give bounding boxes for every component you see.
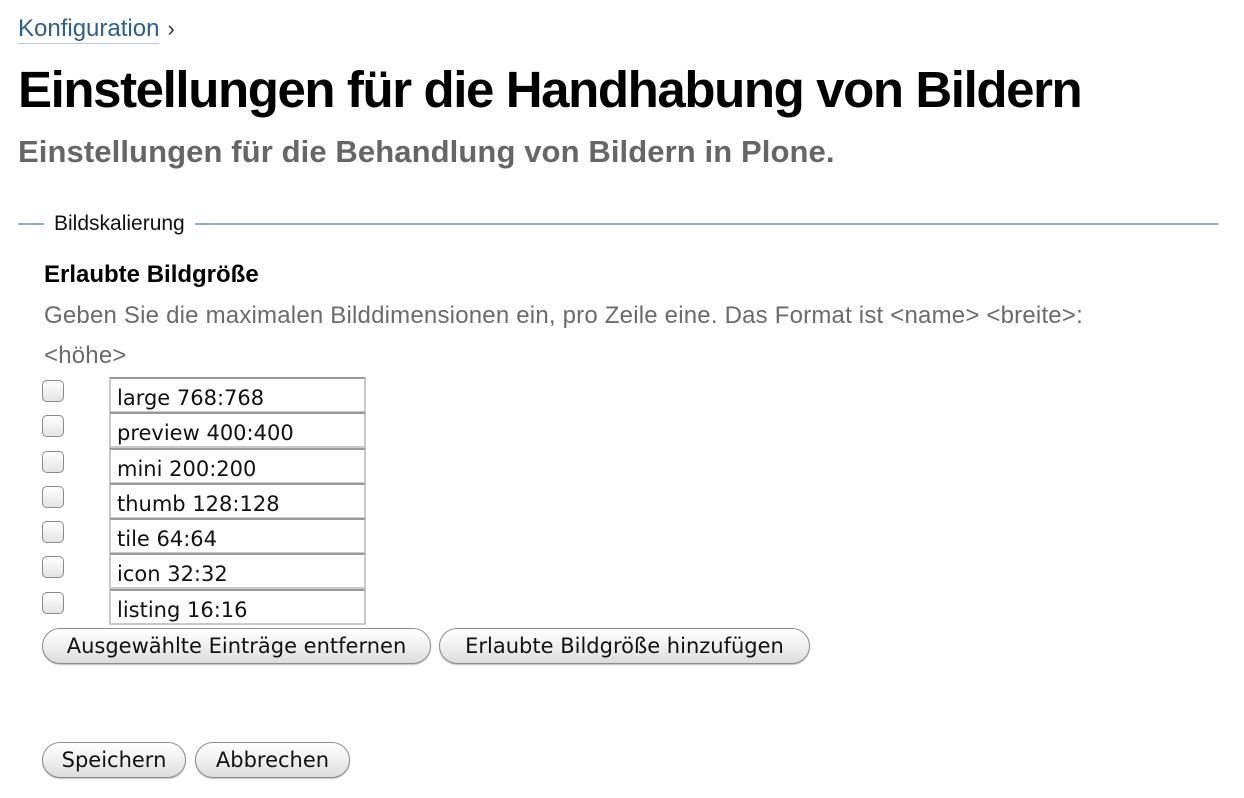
fieldset-legend: Bildskalierung xyxy=(44,210,195,238)
cancel-button[interactable]: Abbrechen xyxy=(195,742,350,778)
size-input[interactable]: mini 200:200 xyxy=(109,447,366,484)
page-title: Einstellungen für die Handhabung von Bil… xyxy=(18,61,1083,118)
size-checkbox[interactable] xyxy=(42,450,64,473)
breadcrumb: Konfiguration › xyxy=(18,14,175,44)
size-input[interactable]: icon 32:32 xyxy=(109,553,366,590)
size-input[interactable]: thumb 128:128 xyxy=(109,482,366,519)
size-input[interactable]: large 768:768 xyxy=(109,377,366,413)
field-label: Erlaubte Bildgröße xyxy=(44,261,259,288)
page-description: Einstellungen für die Behandlung von Bil… xyxy=(18,134,835,169)
size-checkbox[interactable] xyxy=(42,591,64,614)
size-input[interactable]: tile 64:64 xyxy=(109,518,366,555)
size-checkbox[interactable] xyxy=(42,380,64,402)
breadcrumb-link-konfiguration[interactable]: Konfiguration xyxy=(18,15,160,44)
field-help-text: Geben Sie die maximalen Bilddimensionen … xyxy=(44,302,1083,369)
size-input[interactable]: preview 400:400 xyxy=(109,412,366,449)
size-input[interactable]: listing 16:16 xyxy=(109,588,366,625)
fieldset-divider xyxy=(18,223,1218,225)
add-size-button[interactable]: Erlaubte Bildgröße hinzufügen xyxy=(439,628,810,664)
save-button[interactable]: Speichern xyxy=(42,742,186,778)
size-checkbox[interactable] xyxy=(42,485,64,508)
size-checkbox[interactable] xyxy=(42,521,64,544)
breadcrumb-separator: › xyxy=(167,16,175,41)
size-checkbox[interactable] xyxy=(42,415,64,438)
image-settings-page: Konfiguration › Einstellungen für die Han… xyxy=(0,0,1244,798)
remove-selected-button[interactable]: Ausgewählte Einträge entfernen xyxy=(42,628,431,664)
size-checkbox[interactable] xyxy=(42,556,64,579)
